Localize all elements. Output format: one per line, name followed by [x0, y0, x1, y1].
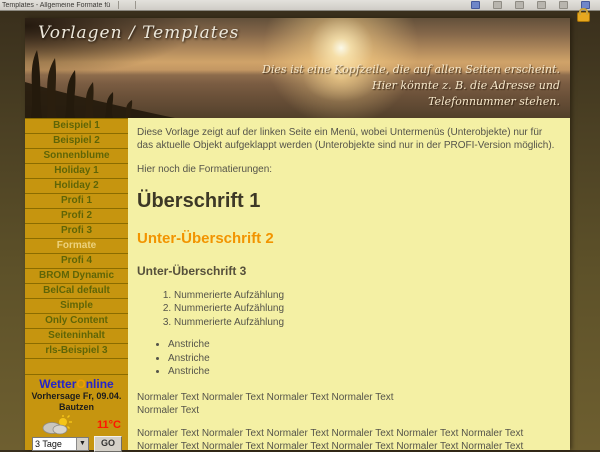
sidebar-item-holiday-1[interactable]: Holiday 1 — [25, 164, 128, 179]
tab-separator — [118, 1, 119, 9]
dune-grass-silhouette — [25, 48, 175, 118]
sidebar-item-brom-dynamic[interactable]: BROM Dynamic — [25, 269, 128, 284]
wetteronline-logo[interactable]: WetterOnline — [25, 377, 128, 391]
sidebar-item-rls-beispiel-3[interactable]: rls-Beispiel 3 — [25, 344, 128, 359]
temperature-value: 11°C — [97, 419, 121, 431]
numbered-list-item: Nummerierte Aufzählung — [174, 302, 560, 316]
normal-text-line: Normaler Text Normaler Text Normaler Tex… — [137, 391, 560, 404]
sidebar-item-only-content[interactable]: Only Content — [25, 314, 128, 329]
sidebar-spacer — [25, 359, 128, 374]
logo-text: nline — [86, 377, 114, 391]
sidebar-item-beispiel-1[interactable]: Beispiel 1 — [25, 119, 128, 134]
normal-text-paragraph-long: Normaler Text Normaler Text Normaler Tex… — [137, 427, 560, 450]
cloud-sun-icon — [39, 415, 73, 435]
browser-titlebar: Templates - Allgemeine Formate für Texte… — [0, 0, 600, 11]
bullet-list-item: Anstriche — [168, 352, 560, 366]
forecast-range-select[interactable]: 3 Tage ▼ — [32, 437, 89, 451]
heading-2: Unter-Überschrift 2 — [137, 230, 560, 247]
site-container: Vorlagen / Templates Dies ist eine Kopfz… — [25, 18, 570, 450]
sidebar-item-belcal-default[interactable]: BelCal default — [25, 284, 128, 299]
tagline-line: Hier könnte z. B. die Adresse und — [262, 78, 560, 94]
sidebar-item-profi-4[interactable]: Profi 4 — [25, 254, 128, 269]
print-icon[interactable] — [537, 1, 546, 9]
main-content: Diese Vorlage zeigt auf der linken Seite… — [128, 118, 570, 450]
bullet-list: Anstriche Anstriche Anstriche — [137, 338, 560, 379]
logo-text: Wetter — [39, 377, 76, 391]
sidebar-menu: Beispiel 1 Beispiel 2 Sonnenblume Holida… — [25, 118, 128, 450]
sidebar-item-sonnenblume[interactable]: Sonnenblume — [25, 149, 128, 164]
sidebar-item-holiday-2[interactable]: Holiday 2 — [25, 179, 128, 194]
sidebar-item-beispiel-2[interactable]: Beispiel 2 — [25, 134, 128, 149]
forecast-date: Vorhersage Fr, 09.04. — [25, 391, 128, 402]
sidebar-item-profi-2[interactable]: Profi 2 — [25, 209, 128, 224]
sidebar-item-profi-1[interactable]: Profi 1 — [25, 194, 128, 209]
normal-text-paragraph: Normaler Text Normaler Text Normaler Tex… — [137, 391, 560, 417]
sidebar-item-profi-3[interactable]: Profi 3 — [25, 224, 128, 239]
header-tagline: Dies ist eine Kopfzeile, die auf allen S… — [262, 62, 560, 110]
weather-widget: WetterOnline Vorhersage Fr, 09.04. Bautz… — [25, 374, 128, 450]
heading-1: Überschrift 1 — [137, 190, 560, 213]
sidebar-item-seiteninhalt[interactable]: Seiteninhalt — [25, 329, 128, 344]
browser-tab-title[interactable]: Templates - Allgemeine Formate für Texte… — [0, 2, 110, 9]
tab-separator — [135, 1, 136, 9]
intro-paragraph: Diese Vorlage zeigt auf der linken Seite… — [137, 126, 560, 152]
normal-text-line: Normaler Text — [137, 404, 560, 417]
bullet-list-item: Anstriche — [168, 338, 560, 352]
page-title: Vorlagen / Templates — [38, 23, 239, 43]
navigation-menu: Beispiel 1 Beispiel 2 Sonnenblume Holida… — [25, 119, 128, 359]
tagline-line: Dies ist eine Kopfzeile, die auf allen S… — [262, 62, 560, 78]
numbered-list: Nummerierte Aufzählung Nummerierte Aufzä… — [137, 289, 560, 330]
panels-icon[interactable] — [493, 1, 502, 9]
chevron-down-icon[interactable]: ▼ — [76, 438, 88, 450]
numbered-list-item: Nummerierte Aufzählung — [174, 316, 560, 330]
heading-3: Unter-Überschrift 3 — [137, 264, 560, 278]
select-value: 3 Tage — [33, 439, 76, 449]
sidebar-item-simple[interactable]: Simple — [25, 299, 128, 314]
padlock-icon — [577, 12, 590, 22]
settings-icon[interactable] — [559, 1, 568, 9]
bullet-list-item: Anstriche — [168, 365, 560, 379]
forecast-city: Bautzen — [25, 402, 128, 413]
site-header-image: Vorlagen / Templates Dies ist eine Kopfz… — [25, 18, 570, 118]
numbered-list-item: Nummerierte Aufzählung — [174, 289, 560, 303]
page-body: Beispiel 1 Beispiel 2 Sonnenblume Holida… — [25, 118, 570, 450]
sidebar-item-formate-active[interactable]: Formate — [25, 239, 128, 254]
intro-paragraph-2: Hier noch die Formatierungen: — [137, 163, 560, 176]
sun-o-icon: O — [76, 377, 85, 391]
home-icon[interactable] — [515, 1, 524, 9]
bookmark-icon[interactable] — [471, 1, 480, 9]
tagline-line: Telefonnummer stehen. — [262, 94, 560, 110]
